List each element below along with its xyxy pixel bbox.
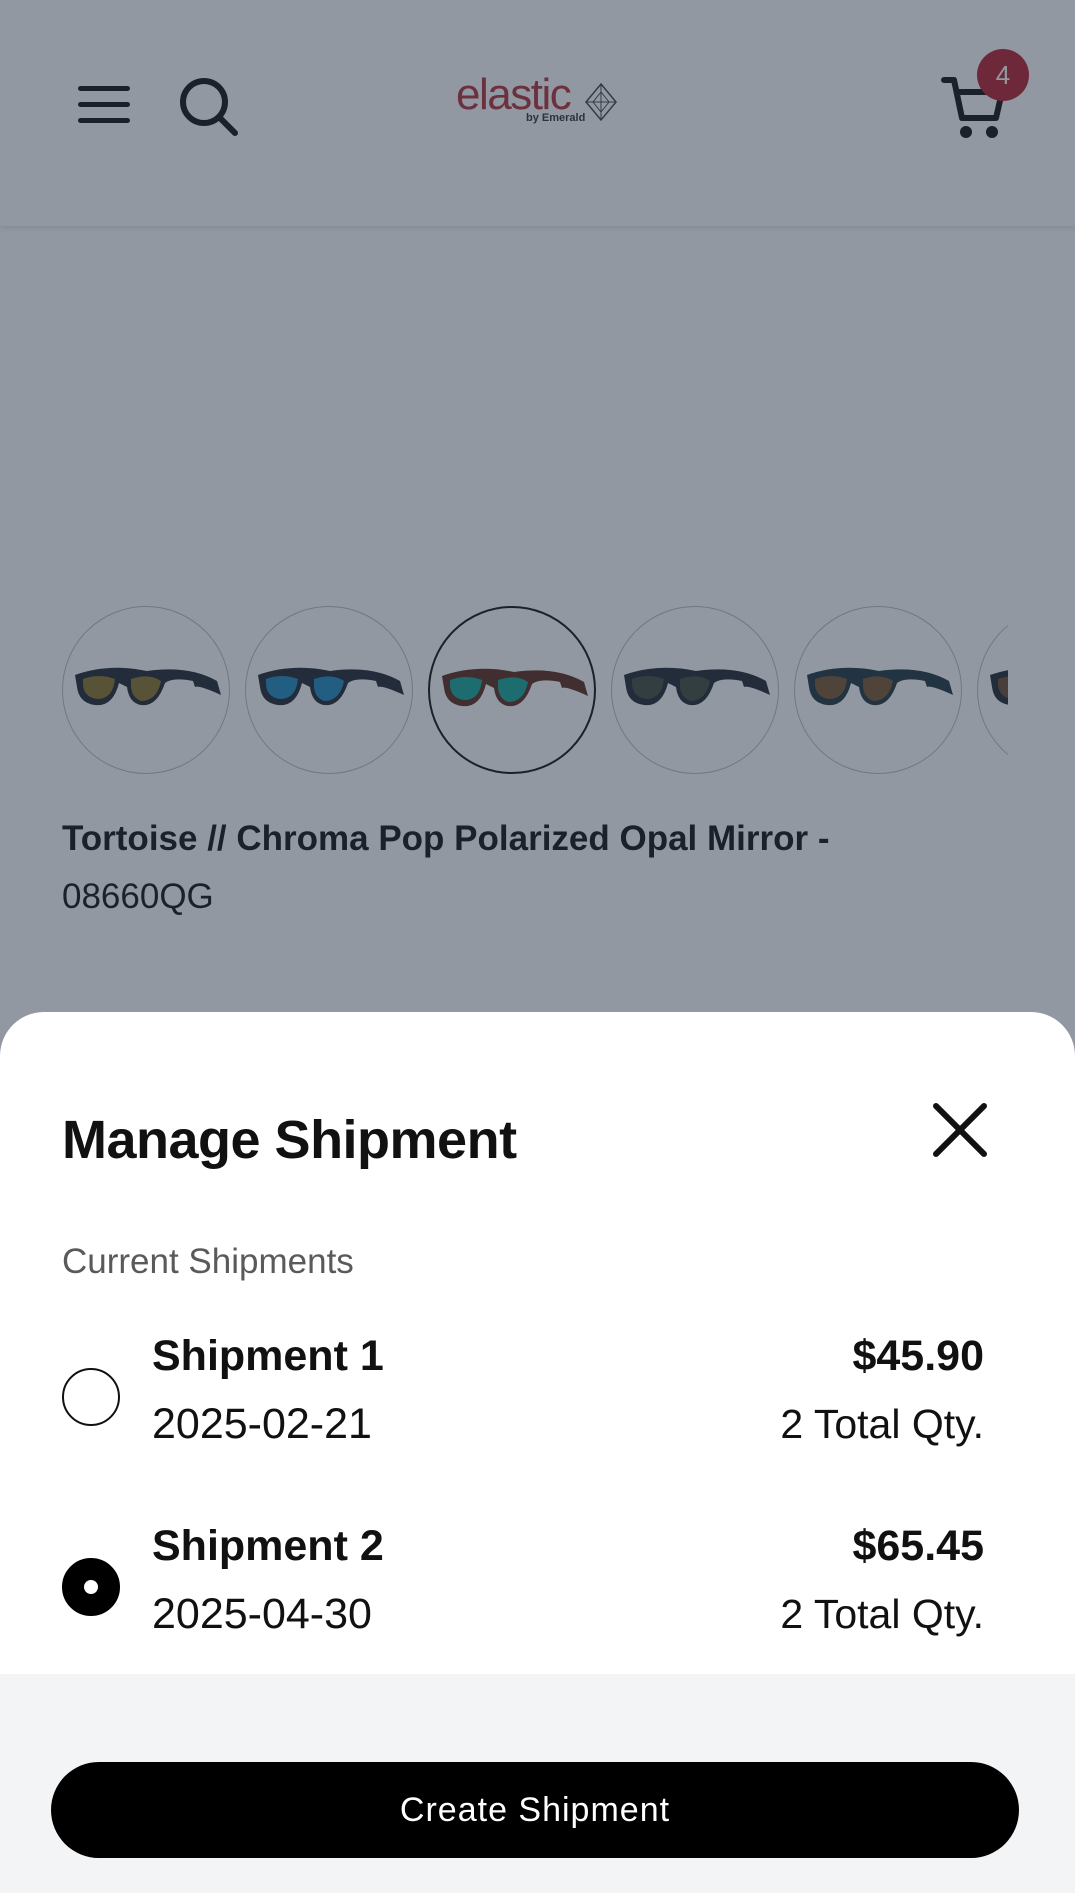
shipment-radio[interactable] <box>62 1558 120 1616</box>
shipment-option-2[interactable]: Shipment 2 2025-04-30 $65.45 2 Total Qty… <box>0 1512 1075 1662</box>
shipment-quantity: 2 Total Qty. <box>780 1401 984 1447</box>
shipment-price: $65.45 <box>852 1522 984 1570</box>
create-shipment-button[interactable]: Create Shipment <box>51 1762 1019 1858</box>
sheet-title: Manage Shipment <box>62 1110 517 1170</box>
shipment-option-1[interactable]: Shipment 1 2025-02-21 $45.90 2 Total Qty… <box>0 1322 1075 1472</box>
current-shipments-label: Current Shipments <box>62 1242 354 1281</box>
shipment-date: 2025-04-30 <box>152 1590 372 1638</box>
shipment-quantity: 2 Total Qty. <box>780 1591 984 1637</box>
shipment-name: Shipment 1 <box>152 1332 384 1380</box>
shipment-price: $45.90 <box>852 1332 984 1380</box>
shipment-date: 2025-02-21 <box>152 1400 372 1448</box>
close-icon[interactable] <box>930 1100 990 1160</box>
manage-shipment-sheet: Manage Shipment Current Shipments Shipme… <box>0 1012 1075 1893</box>
sheet-footer: Create Shipment <box>0 1674 1075 1893</box>
shipment-radio[interactable] <box>62 1368 120 1426</box>
shipment-name: Shipment 2 <box>152 1522 384 1570</box>
